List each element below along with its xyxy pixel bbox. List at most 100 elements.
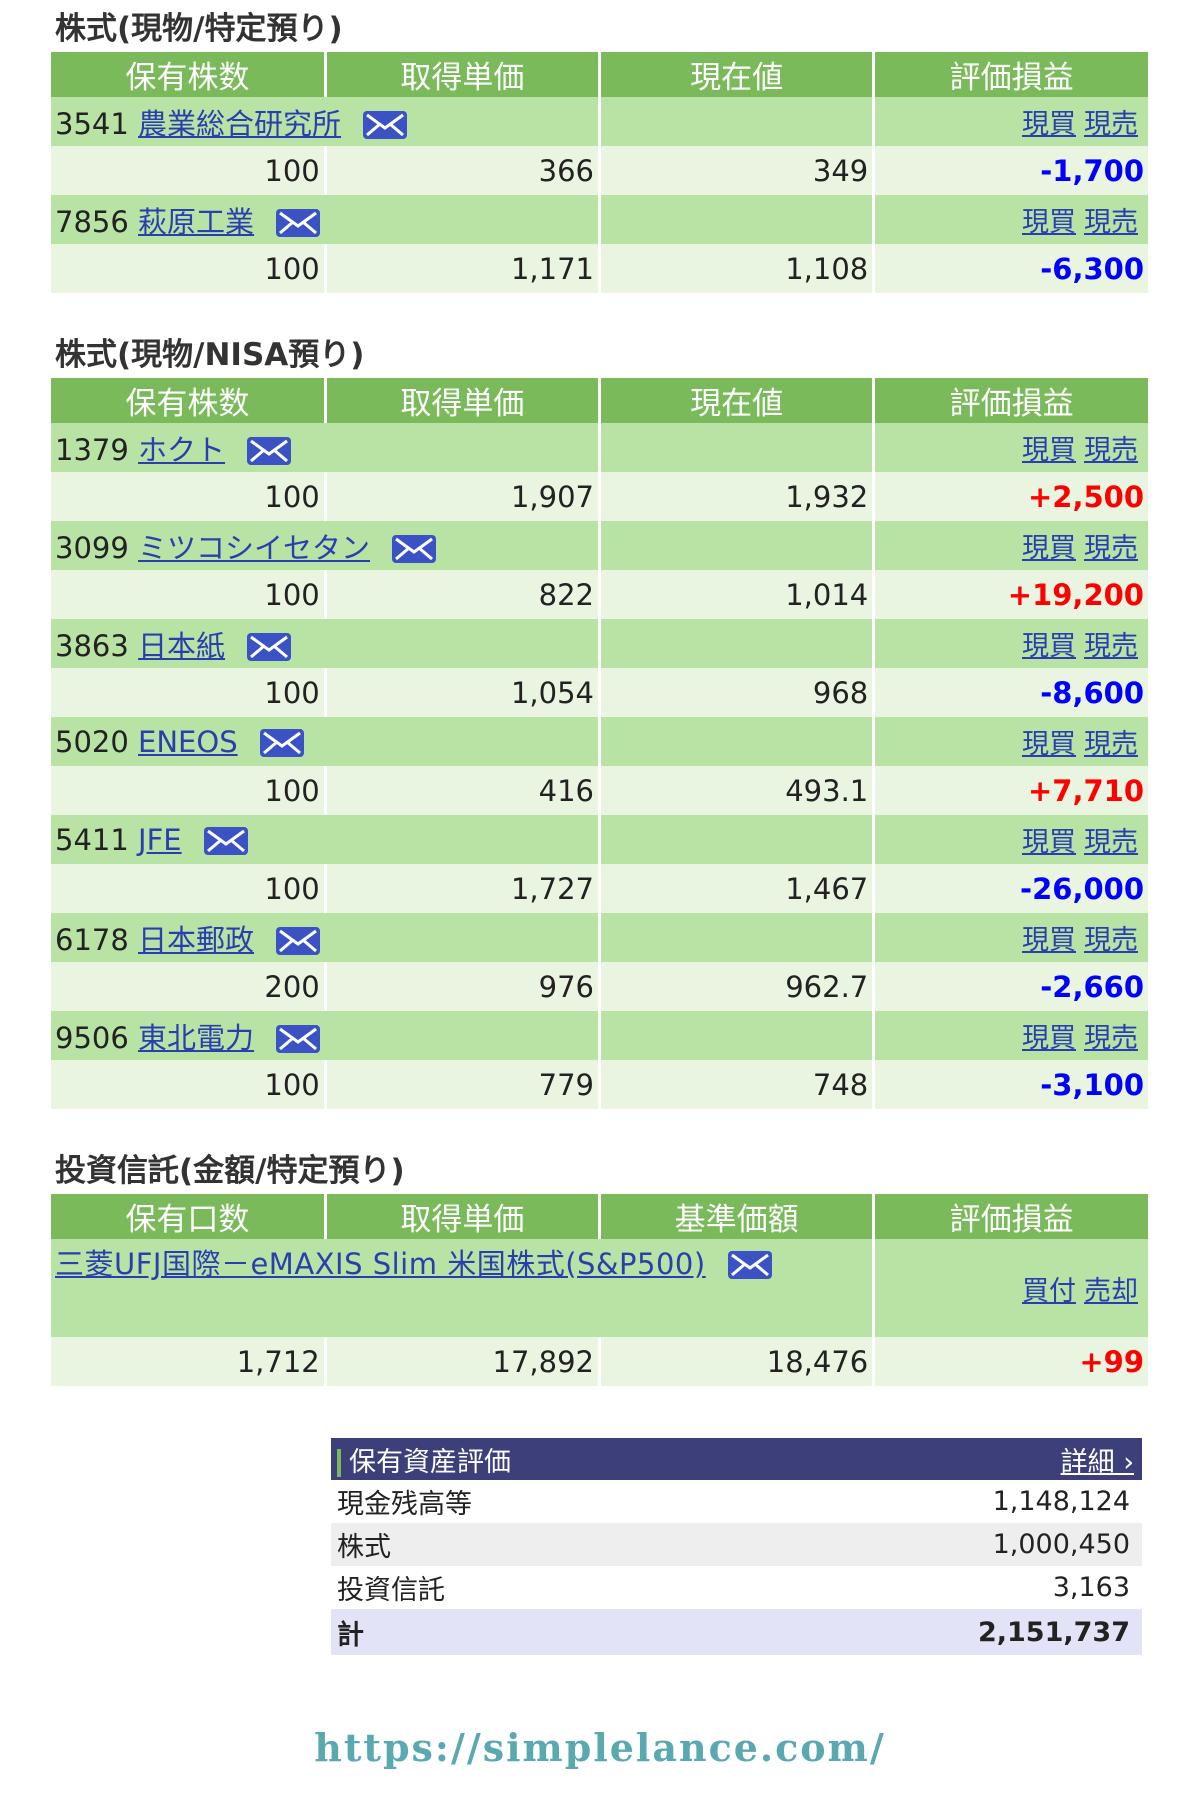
pl-cell: -2,660 xyxy=(873,962,1148,1011)
stock-name-link[interactable]: 萩原工業 xyxy=(138,205,254,239)
price-cell: 1,108 xyxy=(599,244,876,293)
stock-code: 5020 xyxy=(55,724,129,759)
summary-label: 株式 xyxy=(337,1532,391,1563)
col-header-pl: 評価損益 xyxy=(873,1194,1148,1239)
pl-cell: -26,000 xyxy=(873,864,1148,913)
section-nisa-stocks: 株式(現物/NISA預り) 保有株数 取得単価 現在値 評価損益 1379 ホク… xyxy=(51,332,1148,1109)
price-cell: 1,467 xyxy=(599,864,876,913)
price-cell: 748 xyxy=(599,1060,876,1109)
qty-cell: 100 xyxy=(51,864,327,913)
table-row: 3863 日本紙 現買 現売 xyxy=(51,619,1148,668)
summary-title: 保有資産評価 xyxy=(349,1446,511,1478)
cost-cell: 1,907 xyxy=(325,472,602,521)
buy-link[interactable]: 現買 xyxy=(1022,207,1076,238)
stock-name-link[interactable]: ホクト xyxy=(138,433,225,467)
mail-icon[interactable] xyxy=(727,1250,773,1280)
qty-cell: 100 xyxy=(51,472,327,521)
sell-link[interactable]: 現売 xyxy=(1084,827,1138,858)
sell-link[interactable]: 現売 xyxy=(1084,925,1138,956)
buy-link[interactable]: 現買 xyxy=(1022,435,1076,466)
buy-link[interactable]: 現買 xyxy=(1022,109,1076,140)
col-header-cost: 取得単価 xyxy=(325,52,602,97)
sell-link[interactable]: 現売 xyxy=(1084,729,1138,760)
mail-icon[interactable] xyxy=(362,110,408,140)
price-cell: 349 xyxy=(599,146,876,195)
sell-link[interactable]: 売却 xyxy=(1084,1276,1138,1307)
sell-link[interactable]: 現売 xyxy=(1084,533,1138,564)
summary-value: 3,163 xyxy=(1052,1572,1130,1603)
table-row: 100 822 1,014 +19,200 xyxy=(51,570,1148,619)
table-row: 5020 ENEOS 現買 現売 xyxy=(51,717,1148,766)
stock-name-link[interactable]: JFE xyxy=(138,823,182,857)
stock-name-link[interactable]: ミツコシイセタン xyxy=(138,531,370,565)
table-row: 5411 JFE 現買 現売 xyxy=(51,815,1148,864)
mail-icon[interactable] xyxy=(203,826,249,856)
table-row: 100 1,907 1,932 +2,500 xyxy=(51,472,1148,521)
asset-summary: 保有資産評価 詳細 › 現金残高等 1,148,124 株式 1,000,450… xyxy=(331,1438,1142,1655)
buy-link[interactable]: 現買 xyxy=(1022,827,1076,858)
holdings-table: 保有株数 取得単価 現在値 評価損益 1379 ホクト 現買 現売 100 1,9… xyxy=(51,378,1148,1109)
sell-link[interactable]: 現売 xyxy=(1084,109,1138,140)
table-row: 9506 東北電力 現買 現売 xyxy=(51,1011,1148,1060)
stock-code: 9506 xyxy=(55,1020,129,1055)
mail-icon[interactable] xyxy=(275,208,321,238)
stock-code: 6178 xyxy=(55,922,129,957)
pl-cell: +2,500 xyxy=(873,472,1148,521)
table-row: 100 1,054 968 -8,600 xyxy=(51,668,1148,717)
stock-code: 3541 xyxy=(55,106,129,141)
summary-total-row: 計 2,151,737 xyxy=(331,1609,1142,1655)
table-row: 1379 ホクト 現買 現売 xyxy=(51,423,1148,472)
buy-link[interactable]: 現買 xyxy=(1022,729,1076,760)
stock-code: 1379 xyxy=(55,432,129,467)
buy-link[interactable]: 現買 xyxy=(1022,925,1076,956)
sell-link[interactable]: 現売 xyxy=(1084,1023,1138,1054)
pl-cell: +99 xyxy=(873,1337,1148,1386)
table-row: 100 1,171 1,108 -6,300 xyxy=(51,244,1148,293)
sell-link[interactable]: 現売 xyxy=(1084,207,1138,238)
pl-cell: +7,710 xyxy=(873,766,1148,815)
cost-cell: 366 xyxy=(325,146,602,195)
sell-link[interactable]: 現売 xyxy=(1084,435,1138,466)
pl-cell: +19,200 xyxy=(873,570,1148,619)
watermark-url: https://simplelance.com/ xyxy=(314,1725,886,1770)
stock-name-link[interactable]: 農業総合研究所 xyxy=(138,107,341,141)
mail-icon[interactable] xyxy=(259,728,305,758)
col-header-price: 現在値 xyxy=(599,52,876,97)
mail-icon[interactable] xyxy=(246,436,292,466)
cost-cell: 17,892 xyxy=(325,1337,602,1386)
stock-name-link[interactable]: 日本紙 xyxy=(138,629,225,663)
price-cell: 1,014 xyxy=(599,570,876,619)
cost-cell: 779 xyxy=(325,1060,602,1109)
mail-icon[interactable] xyxy=(391,534,437,564)
holdings-table: 保有株数 取得単価 現在値 評価損益 3541 農業総合研究所 現買 現売 100… xyxy=(51,52,1148,293)
stock-name-link[interactable]: 日本郵政 xyxy=(138,923,254,957)
qty-cell: 100 xyxy=(51,766,327,815)
cost-cell: 1,054 xyxy=(325,668,602,717)
qty-cell: 100 xyxy=(51,1060,327,1109)
stock-code: 3099 xyxy=(55,530,129,565)
table-header: 保有口数 取得単価 基準価額 評価損益 xyxy=(51,1194,1148,1239)
buy-link[interactable]: 買付 xyxy=(1022,1276,1076,1307)
table-row: 1,712 17,892 18,476 +99 xyxy=(51,1337,1148,1386)
pl-cell: -3,100 xyxy=(873,1060,1148,1109)
fund-name-link[interactable]: 三菱UFJ国際－eMAXIS Slim 米国株式(S&P500) xyxy=(55,1247,706,1281)
mail-icon[interactable] xyxy=(275,926,321,956)
mail-icon[interactable] xyxy=(275,1024,321,1054)
table-row: 7856 萩原工業 現買 現売 xyxy=(51,195,1148,244)
qty-cell: 100 xyxy=(51,570,327,619)
sell-link[interactable]: 現売 xyxy=(1084,631,1138,662)
mail-icon[interactable] xyxy=(246,632,292,662)
buy-link[interactable]: 現買 xyxy=(1022,631,1076,662)
section-title: 株式(現物/NISA預り) xyxy=(55,337,365,373)
stock-name-link[interactable]: 東北電力 xyxy=(138,1021,254,1055)
pl-cell: -6,300 xyxy=(873,244,1148,293)
col-header-cost: 取得単価 xyxy=(325,1194,602,1239)
table-row: 3541 農業総合研究所 現買 現売 xyxy=(51,97,1148,146)
price-cell: 493.1 xyxy=(599,766,876,815)
table-header: 保有株数 取得単価 現在値 評価損益 xyxy=(51,52,1148,97)
col-header-qty: 保有株数 xyxy=(51,52,327,97)
buy-link[interactable]: 現買 xyxy=(1022,533,1076,564)
buy-link[interactable]: 現買 xyxy=(1022,1023,1076,1054)
detail-link[interactable]: 詳細 › xyxy=(1061,1440,1134,1479)
stock-name-link[interactable]: ENEOS xyxy=(138,725,238,759)
